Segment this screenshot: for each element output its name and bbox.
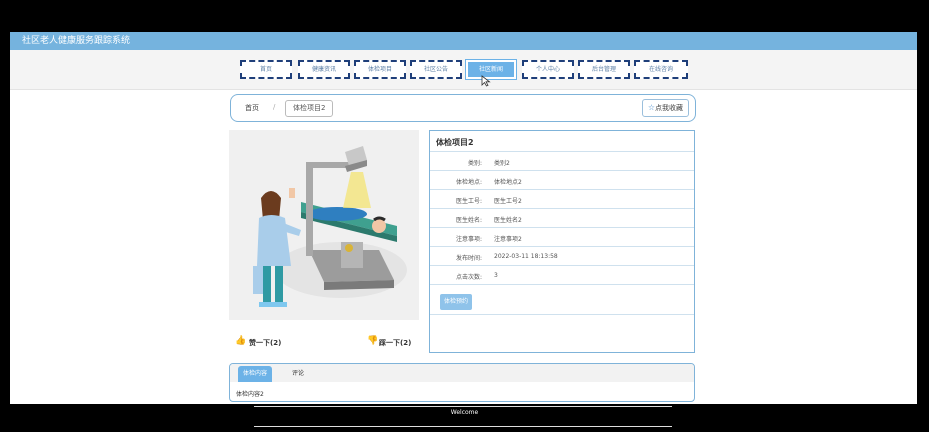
main-nav: 首页 健康资讯 体检项目 社区公告 社区新闻 个人中心 后台管理 在线咨询 (10, 50, 917, 90)
detail-row-category: 类别: 类别2 (430, 151, 694, 170)
detail-row-publish-time: 发布时间: 2022-03-11 18:13:58 (430, 246, 694, 265)
content-tabs: 体检内容 评论 体检内容2 (229, 363, 695, 402)
book-checkup-button[interactable]: 体检预约 (440, 294, 472, 310)
mouse-cursor-icon (481, 75, 491, 87)
detail-key: 体检地点: (455, 179, 482, 186)
detail-divider (430, 314, 694, 315)
breadcrumb: 首页 / 体检项目2 ☆点我收藏 (230, 94, 696, 122)
tabs-header: 体检内容 评论 (230, 364, 694, 382)
detail-key: 医生姓名: (455, 217, 482, 224)
breadcrumb-current: 体检项目2 (285, 100, 334, 117)
detail-key: 注意事项: (455, 236, 482, 243)
xray-scene-illustration (253, 146, 407, 307)
dislike-button[interactable]: 踩一下(2) (379, 338, 411, 348)
nav-item-announcements[interactable]: 社区公告 (410, 60, 462, 79)
detail-key: 类别: (467, 160, 482, 167)
star-icon: ☆ (647, 103, 655, 112)
detail-value: 2022-03-11 18:13:58 (494, 253, 558, 260)
app-title: 社区老人健康服务跟踪系统 (22, 36, 131, 46)
nav-item-admin[interactable]: 后台管理 (578, 60, 630, 79)
page: 社区老人健康服务跟踪系统 首页 健康资讯 体检项目 社区公告 社区新闻 个人中心… (10, 8, 917, 412)
footer-text: Welcome (450, 409, 479, 416)
detail-panel: 体检项目2 类别: 类别2 体检地点: 体检地点2 医生工号: 医生工号2 医生… (429, 130, 695, 353)
detail-row-click-count: 点击次数: 3 (430, 265, 694, 284)
nav-item-online-consult[interactable]: 在线咨询 (634, 60, 688, 79)
detail-title: 体检项目2 (436, 138, 474, 147)
app-title-bar: 社区老人健康服务跟踪系统 (10, 32, 917, 50)
footer-divider-bottom (254, 426, 672, 427)
breadcrumb-home[interactable]: 首页 (245, 103, 259, 113)
breadcrumb-separator: / (273, 103, 276, 111)
favorite-button[interactable]: ☆点我收藏 (641, 99, 689, 117)
detail-row-doctor-name: 医生姓名: 医生姓名2 (430, 208, 694, 227)
like-button[interactable]: 赞一下(2) (249, 338, 281, 348)
tab-comments[interactable]: 评论 (284, 366, 312, 382)
browser-top-bar (10, 8, 917, 32)
checkup-illustration (229, 130, 419, 320)
favorite-label: 点我收藏 (655, 104, 683, 112)
detail-row-doctor-id: 医生工号: 医生工号2 (430, 189, 694, 208)
detail-row-notes: 注意事项: 注意事项2 (430, 227, 694, 246)
thumbs-up-icon[interactable]: 👍 (235, 336, 246, 346)
detail-value: 体检地点2 (494, 179, 522, 186)
footer-divider-top (254, 406, 672, 407)
detail-value: 注意事项2 (494, 236, 522, 243)
nav-item-checkup-items[interactable]: 体检项目 (354, 60, 406, 79)
tab-checkup-content[interactable]: 体检内容 (238, 366, 272, 382)
nav-item-home[interactable]: 首页 (240, 60, 292, 79)
tab-content-text: 体检内容2 (236, 391, 264, 398)
detail-value: 医生工号2 (494, 198, 522, 205)
vote-row: 👍 赞一下(2) 👎 踩一下(2) (229, 334, 419, 352)
detail-value: 类别2 (494, 160, 510, 167)
nav-item-health-news[interactable]: 健康资讯 (298, 60, 350, 79)
nav-item-community-news[interactable]: 社区新闻 (466, 60, 516, 79)
detail-key: 点击次数: (455, 274, 482, 281)
thumbs-down-icon[interactable]: 👎 (367, 336, 378, 346)
detail-value: 医生姓名2 (494, 217, 522, 224)
detail-key: 医生工号: (455, 198, 482, 205)
detail-key: 发布时间: (455, 255, 482, 262)
detail-value: 3 (494, 272, 498, 279)
detail-row-location: 体检地点: 体检地点2 (430, 170, 694, 189)
nav-item-personal-center[interactable]: 个人中心 (522, 60, 574, 79)
